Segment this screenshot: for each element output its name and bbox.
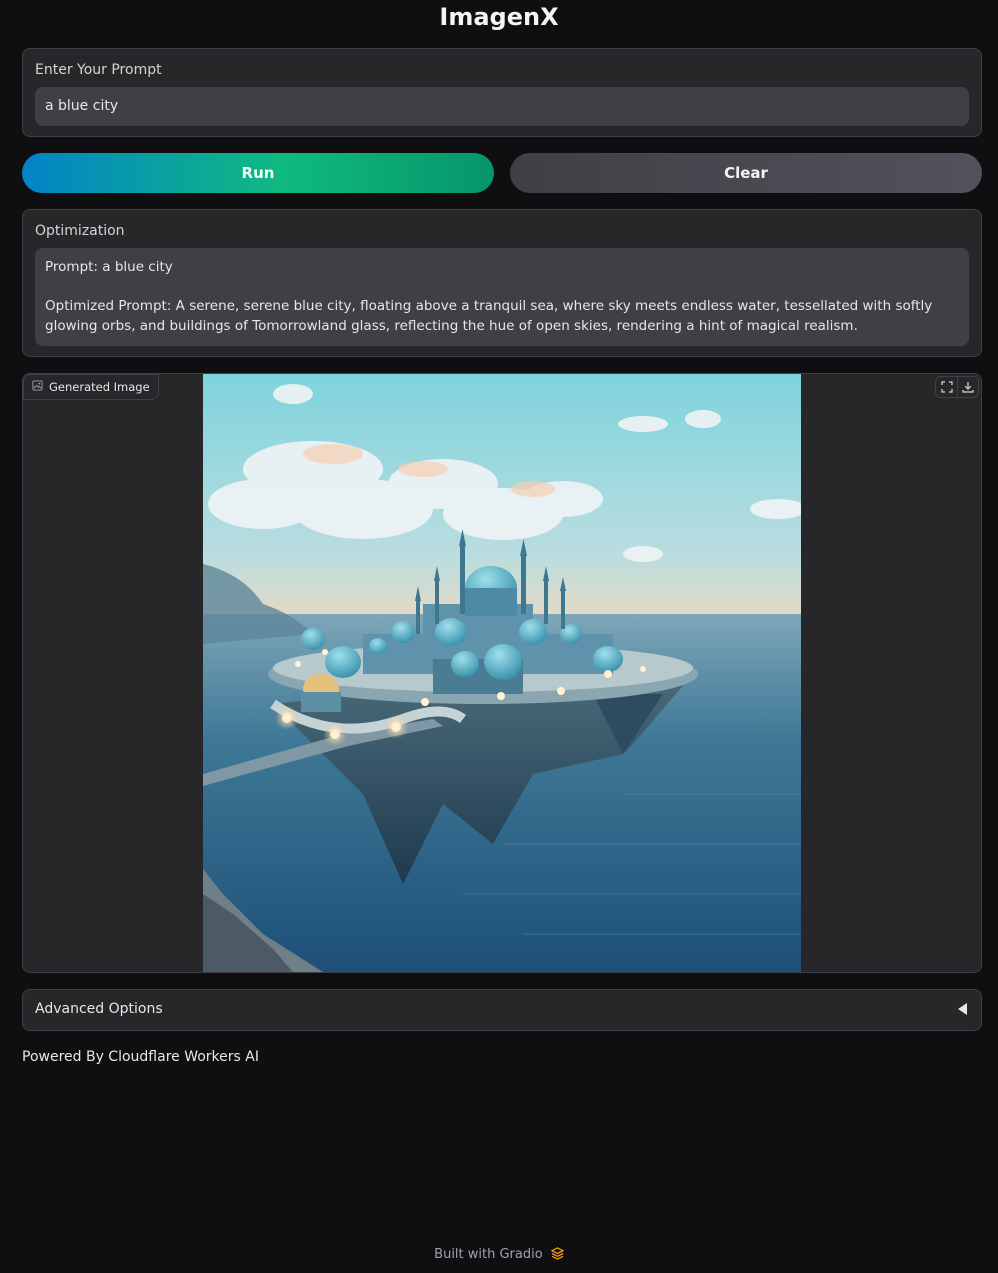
optimization-textbox[interactable]: Prompt: a blue city Optimized Prompt: A … (35, 248, 969, 346)
optimization-block: Optimization Prompt: a blue city Optimiz… (22, 209, 982, 357)
powered-by-text: Powered By Cloudflare Workers AI (22, 1049, 259, 1065)
optimization-label: Optimization (35, 223, 125, 239)
image-toolbar (935, 376, 979, 398)
generated-image-label-tag: Generated Image (23, 374, 159, 400)
footer: Built with Gradio (0, 1247, 998, 1264)
prompt-input[interactable]: a blue city (35, 87, 969, 126)
clear-button[interactable]: Clear (510, 153, 982, 193)
generated-image-label: Generated Image (49, 380, 150, 394)
collapse-arrow-icon[interactable] (958, 1003, 967, 1015)
generated-image-block: Generated Image (22, 373, 982, 973)
image-icon (32, 380, 43, 394)
gradio-logo-icon (550, 1247, 565, 1264)
run-button[interactable]: Run (22, 153, 494, 193)
optimization-optimized-line: Optimized Prompt: A serene, serene blue … (45, 298, 933, 334)
optimization-prompt-line: Prompt: a blue city (45, 259, 173, 275)
fullscreen-icon[interactable] (936, 377, 957, 397)
generated-image[interactable] (203, 374, 801, 972)
prompt-block: Enter Your Prompt a blue city (22, 48, 982, 137)
advanced-options-accordion[interactable]: Advanced Options (22, 989, 982, 1031)
advanced-options-label: Advanced Options (35, 1001, 163, 1017)
download-icon[interactable] (957, 377, 978, 397)
app-root: ImagenX Enter Your Prompt a blue city Ru… (0, 0, 998, 1273)
footer-text[interactable]: Built with Gradio (434, 1247, 543, 1262)
prompt-label: Enter Your Prompt (35, 62, 162, 78)
app-title: ImagenX (439, 3, 559, 31)
